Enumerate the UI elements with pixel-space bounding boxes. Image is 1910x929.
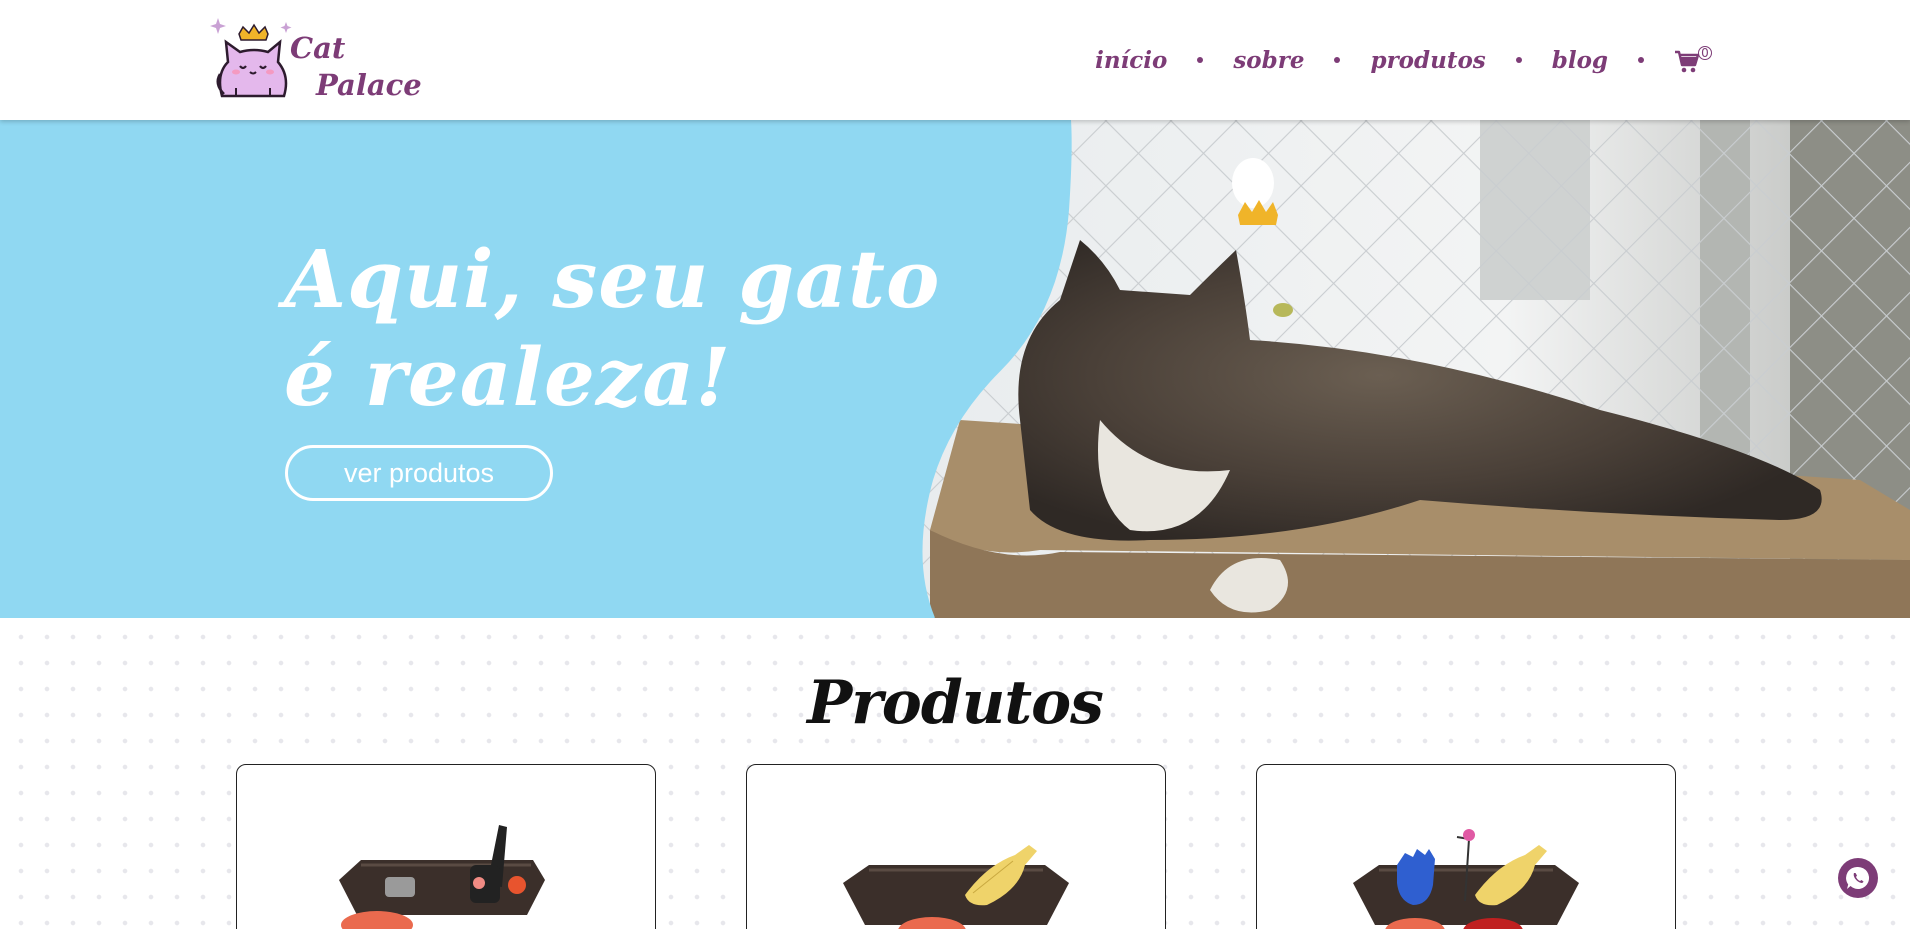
litter-box-grooming-kit-image	[1353, 829, 1579, 929]
view-products-button[interactable]: ver produtos	[285, 445, 553, 501]
site-header: Cat Palace início sobre produtos blog 0	[0, 0, 1910, 120]
cat-logo-icon	[210, 18, 292, 98]
nav-separator	[1197, 57, 1204, 63]
product-card[interactable]	[1256, 764, 1676, 929]
logo[interactable]: Cat Palace	[208, 14, 422, 106]
whatsapp-icon	[1846, 866, 1870, 889]
litter-box-scoop-image	[843, 845, 1069, 929]
hero-title: Aqui, seu gato é realeza!	[284, 230, 940, 426]
logo-line-2: Palace	[316, 68, 422, 102]
shopping-cart-icon	[1675, 50, 1700, 73]
litter-box-kit-image	[339, 825, 545, 929]
nav-link-home[interactable]: início	[1095, 47, 1167, 74]
nav-separator	[1638, 57, 1644, 63]
hero-title-line-2: é realeza!	[284, 330, 732, 424]
logo-text: Cat Palace	[290, 30, 422, 104]
main-nav: início sobre produtos blog 0	[1095, 40, 1712, 80]
nav-separator	[1515, 57, 1522, 63]
nav-separator	[1334, 57, 1341, 63]
cart-count-badge: 0	[1698, 46, 1712, 60]
product-card[interactable]	[746, 764, 1166, 929]
products-title: Produtos	[807, 668, 1104, 738]
whatsapp-button[interactable]	[1838, 858, 1878, 898]
products-section: Produtos	[0, 618, 1910, 929]
cart-button[interactable]: 0	[1674, 43, 1712, 77]
product-card[interactable]	[236, 764, 656, 929]
nav-link-products[interactable]: produtos	[1370, 47, 1485, 74]
logo-line-1: Cat	[290, 31, 346, 65]
hero-banner: Aqui, seu gato é realeza! ver produtos	[0, 120, 1910, 618]
nav-link-blog[interactable]: blog	[1552, 47, 1608, 74]
hero-title-line-1: Aqui, seu gato	[284, 232, 941, 326]
nav-link-about[interactable]: sobre	[1233, 47, 1304, 74]
